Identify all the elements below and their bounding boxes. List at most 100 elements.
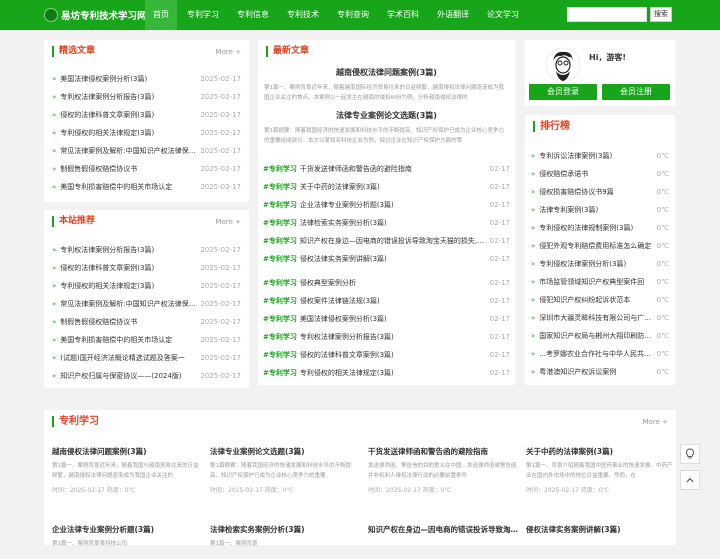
article-meta: 时间：2025-02-17 热度：0℃ (368, 487, 452, 494)
list-item[interactable]: #专利学习 干货发送律师函和警告函的避险指南 02-17 (263, 160, 510, 178)
category-tag[interactable]: #专利学习 (263, 279, 297, 287)
category-tag[interactable]: #专利学习 (263, 333, 297, 341)
article-title[interactable]: 关于中药的法律案例(3篇) (526, 446, 676, 457)
category-tag[interactable]: #专利学习 (263, 219, 297, 227)
article-card[interactable]: 知识产权在身边—因电商的错误投诉导致淘... (368, 524, 518, 559)
category-tag[interactable]: #专利学习 (263, 369, 297, 377)
article-card[interactable]: 企业法律专业案例分析题(3篇) 第1篇一、案例背景某科技公司 (52, 524, 202, 559)
logo-text: 易坊专利技术学习网 (61, 11, 147, 22)
recommend-title: 本站推荐 (52, 216, 95, 227)
list-item[interactable]: 侵权的法律科普文章案例(3篇)2025-02-17 (52, 106, 241, 124)
article-card[interactable]: 法律专业案例论文选题(3篇) 第1篇摘要：随着我国经济的快速发展和科技水平的不断… (210, 446, 360, 494)
ranking-item[interactable]: 侵犯知识产权纠纷起诉状范本0℃ (531, 291, 669, 309)
nav-thesis[interactable]: 论文学习 (479, 0, 527, 30)
ranking-item[interactable]: 专利侵权的法律规制案例(3篇)0℃ (531, 219, 669, 237)
recommend-more-link[interactable]: More + (216, 218, 241, 226)
list-item[interactable]: 美国法律侵权案例分析(3篇)2025-02-17 (52, 70, 241, 88)
study-more-link[interactable]: More + (643, 418, 668, 426)
ranking-item[interactable]: 粤港澳知识产权诉讼案例0℃ (531, 363, 669, 381)
article-excerpt: 第1篇一、案例背景 (210, 541, 258, 547)
category-tag[interactable]: #专利学习 (263, 237, 297, 245)
logo-icon (44, 8, 58, 22)
lightbulb-icon[interactable] (680, 444, 700, 464)
ranking-item[interactable]: 法律专利案例(3篇)0℃ (531, 201, 669, 219)
article-card[interactable]: 越南侵权法律问题案例(3篇) 第1篇一、案例背景近年来，随着我国与越南贸易往来的… (52, 446, 202, 494)
list-item[interactable]: #专利学习 知识产权在身边—因电商的错误投诉导致淘宝天猫的损失,该... 02-17 (263, 232, 510, 250)
article-title[interactable]: 法律检索实务案例分析(3篇) (210, 524, 360, 535)
list-item[interactable]: 常见法律案例及解析:中国知识产权法律保护...2025-02-17 (52, 295, 241, 313)
list-item[interactable]: 制假售假侵权赔偿协议书2025-02-17 (52, 160, 241, 178)
list-item[interactable]: #专利学习 专利权法律案例分析报告(3篇) 02-17 (263, 328, 510, 346)
article-title[interactable]: 越南侵权法律问题案例(3篇) (52, 446, 202, 457)
category-tag[interactable]: #专利学习 (263, 165, 297, 173)
list-item[interactable]: 常见法律案例及解析:中国知识产权法律保护...2025-02-17 (52, 142, 241, 160)
search-input[interactable] (567, 7, 647, 22)
nav-translation[interactable]: 外语翻译 (429, 0, 477, 30)
back-to-top-icon[interactable] (680, 470, 700, 490)
ranking-item[interactable]: 市场监管领域知识产权典型案件回0℃ (531, 273, 669, 291)
list-item[interactable]: #专利学习 法律检索实务案例分析(3篇) 02-17 (263, 214, 510, 232)
study-panel: 专利学习 More + 越南侵权法律问题案例(3篇) 第1篇一、案例背景近年来，… (44, 410, 676, 547)
nav-encyclopedia[interactable]: 学术百科 (379, 0, 427, 30)
article-title[interactable]: 侵权法律实务案例讲解(3篇) (526, 524, 676, 535)
ranking-item[interactable]: 侵权损害赔偿协议书9篇0℃ (531, 183, 669, 201)
list-item[interactable]: 专利侵权的相关法律规定(3篇)2025-02-17 (52, 124, 241, 142)
ranking-item[interactable]: ...考罗娜农业合作社与中华人民共和...0℃ (531, 345, 669, 363)
ranking-item[interactable]: 国家知识产权局与郴州大翔印刷防伪...0℃ (531, 327, 669, 345)
article-card[interactable]: 干货发送律师函和警告函的避险指南 发送律师函、警告信的目的意义在中国，发送律师函… (368, 446, 518, 494)
article-title[interactable]: 企业法律专业案例分析题(3篇) (52, 524, 202, 535)
list-item[interactable]: (试题)国开经济法概论精选试题及答案一2025-02-17 (52, 349, 241, 367)
ranking-item[interactable]: 专利诉讼法律案例(3篇)0℃ (531, 147, 669, 165)
category-tag[interactable]: #专利学习 (263, 201, 297, 209)
nav-patent-study[interactable]: 专利学习 (179, 0, 227, 30)
list-item[interactable]: 专利权法律案例分析报告(3篇)2025-02-17 (52, 241, 241, 259)
article-card[interactable]: 侵权法律实务案例讲解(3篇) (526, 524, 676, 559)
register-button[interactable]: 会员注册 (602, 84, 670, 100)
category-tag[interactable]: #专利学习 (263, 183, 297, 191)
nav-patent-tech[interactable]: 专利技术 (279, 0, 327, 30)
category-tag[interactable]: #专利学习 (263, 297, 297, 305)
list-item[interactable]: #专利学习 侵权的法律科普文章案例(3篇) 02-17 (263, 346, 510, 364)
article-title[interactable]: 知识产权在身边—因电商的错误投诉导致淘... (368, 524, 518, 535)
list-item[interactable]: #专利学习 专利侵权的相关法律规定(3篇) 02-17 (263, 364, 510, 382)
ranking-item[interactable]: 深圳市大疆灵眸科技有限公司与广...0℃ (531, 309, 669, 327)
highlight-title[interactable]: 越南侵权法律问题案例(3篇) (264, 67, 509, 79)
category-tag[interactable]: #专利学习 (263, 315, 297, 323)
article-title[interactable]: 法律专业案例论文选题(3篇) (210, 446, 360, 457)
list-item[interactable]: #专利学习 企业法律专业案例分析题(3篇) 02-17 (263, 196, 510, 214)
ranking-item[interactable]: 侵犯外观专利赔偿费用标准怎么确定0℃ (531, 237, 669, 255)
featured-title: 精选文章 (52, 46, 95, 57)
category-tag[interactable]: #专利学习 (263, 351, 297, 359)
list-item[interactable]: #专利学习 侵权案件法律链法规(3篇) 02-17 (263, 292, 510, 310)
ranking-item[interactable]: 侵权赔偿承诺书0℃ (531, 165, 669, 183)
login-button[interactable]: 会员登录 (529, 84, 597, 100)
list-item[interactable]: #专利学习 关于中药的法律案例(3篇) 02-17 (263, 178, 510, 196)
list-item[interactable]: #专利学习 侵权法律实务案例讲解(3篇) 02-17 (263, 250, 510, 268)
nav-patent-query[interactable]: 专利查询 (329, 0, 377, 30)
list-item[interactable]: 知识产权归属与保密协议——(2024版)2025-02-17 (52, 367, 241, 385)
article-title[interactable]: 干货发送律师函和警告函的避险指南 (368, 446, 518, 457)
site-logo[interactable]: 易坊专利技术学习网 (44, 6, 147, 24)
nav-patent-info[interactable]: 专利信息 (229, 0, 277, 30)
list-item[interactable]: 侵权的法律科普文章案例(3篇)2025-02-17 (52, 259, 241, 277)
list-item[interactable]: 专利权法律案例分析报告(3篇)2025-02-17 (52, 88, 241, 106)
latest-panel: 最新文章 越南侵权法律问题案例(3篇) 第1篇一、案例背景近年来，随着越南国际经… (258, 40, 515, 385)
featured-more-link[interactable]: More + (216, 48, 241, 56)
main-nav: 首页 专利学习 专利信息 专利技术 专利查询 学术百科 外语翻译 论文学习 (145, 0, 529, 30)
article-card[interactable]: 关于中药的法律案例(3篇) 第1篇一、背景介绍随着我国中医药事业的快速发展，中药… (526, 446, 676, 494)
highlight-excerpt: 第1篇摘要：随着我国经济的快速发展和科技水平的不断提高，知识产权保护已成为企业核… (264, 128, 505, 144)
article-excerpt: 第1篇摘要：随着我国经济的快速发展和科技水平的不断提高，知识产权保护已成为企业核… (210, 463, 352, 479)
highlight-title[interactable]: 法律专业案例论文选题(3篇) (264, 110, 509, 122)
list-item[interactable]: #专利学习 美国法律侵权案例分析(3篇) 02-17 (263, 310, 510, 328)
search-button[interactable]: 搜索 (650, 7, 672, 22)
article-card[interactable]: 法律检索实务案例分析(3篇) 第1篇一、案例背景 (210, 524, 360, 559)
list-item[interactable]: 制假售假侵权赔偿协议书2025-02-17 (52, 313, 241, 331)
list-item[interactable]: 美国专利损害赔偿中的相关市场认定2025-02-17 (52, 178, 241, 196)
ranking-item[interactable]: 专利侵权法律案例分析(3篇)0℃ (531, 255, 669, 273)
category-tag[interactable]: #专利学习 (263, 255, 297, 263)
list-item[interactable]: #专利学习 侵权典型案例分析 02-17 (263, 274, 510, 292)
list-item[interactable]: 美国专利损害赔偿中的相关市场认定2025-02-17 (52, 331, 241, 349)
list-item[interactable]: 专利侵权的相关法律规定(3篇)2025-02-17 (52, 277, 241, 295)
avatar-icon (545, 47, 581, 83)
nav-home[interactable]: 首页 (145, 0, 177, 30)
